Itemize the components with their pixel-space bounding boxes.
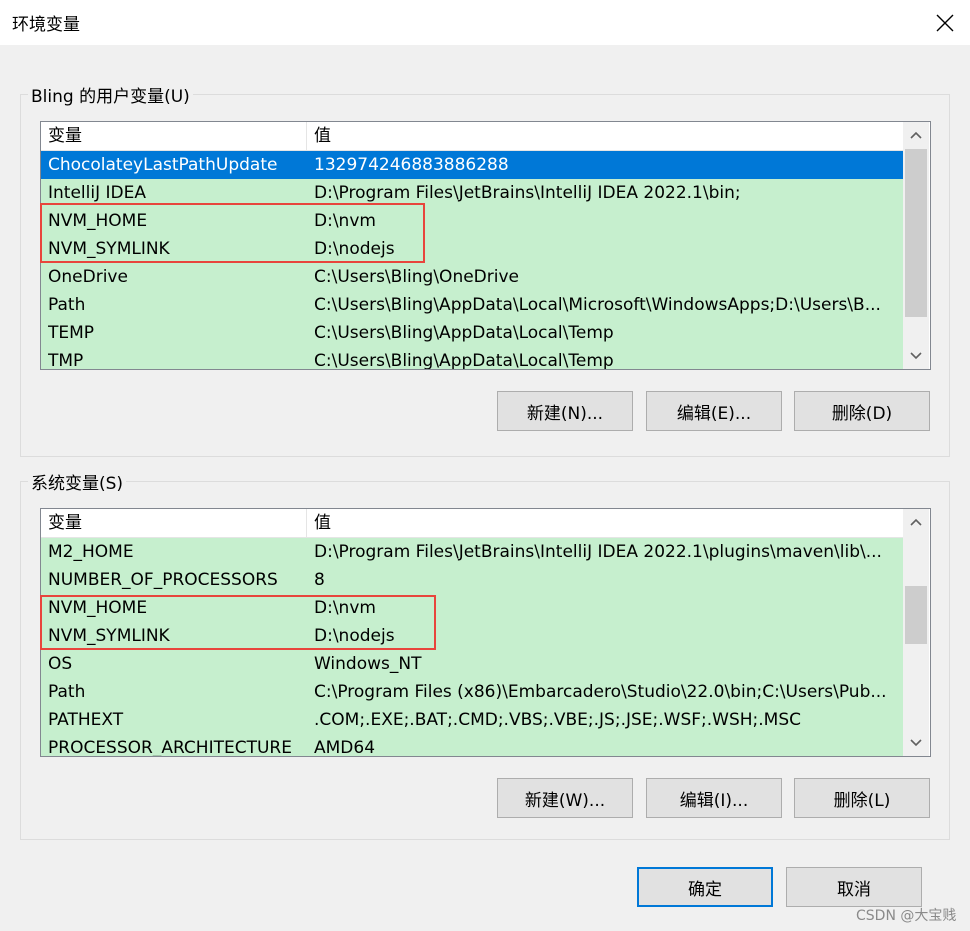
var-name: NUMBER_OF_PROCESSORS <box>48 570 278 590</box>
scroll-up-icon[interactable] <box>903 509 929 535</box>
system-edit-button[interactable]: 编辑(I)... <box>646 778 782 818</box>
var-value: 132974246883886288 <box>314 155 509 175</box>
annotation-box <box>40 595 436 650</box>
scroll-thumb[interactable] <box>905 586 927 644</box>
var-name: OS <box>48 654 73 674</box>
var-name: OneDrive <box>48 267 128 287</box>
var-value: Windows_NT <box>314 654 422 674</box>
user-edit-button[interactable]: 编辑(E)... <box>646 391 782 431</box>
var-value: 8 <box>314 570 325 590</box>
var-name: PATHEXT <box>48 710 124 730</box>
table-row[interactable]: ChocolateyLastPathUpdate 132974246883886… <box>41 151 903 179</box>
var-value: .COM;.EXE;.BAT;.CMD;.VBS;.VBE;.JS;.JSE;.… <box>314 710 802 730</box>
var-name: M2_HOME <box>48 542 134 562</box>
table-row[interactable]: M2_HOME D:\Program Files\JetBrains\Intel… <box>41 538 903 566</box>
system-vars-scrollbar[interactable] <box>903 509 929 756</box>
cancel-button[interactable]: 取消 <box>786 867 922 907</box>
user-vars-list-header: 变量 值 <box>41 122 903 151</box>
table-row[interactable]: Path C:\Program Files (x86)\Embarcadero\… <box>41 678 903 706</box>
ok-button[interactable]: 确定 <box>637 867 773 907</box>
column-header-value[interactable]: 值 <box>307 122 903 150</box>
system-vars-list-header: 变量 值 <box>41 509 903 538</box>
var-value: C:\Users\Bling\AppData\Local\Microsoft\W… <box>314 295 881 315</box>
var-value: AMD64 <box>314 738 376 757</box>
column-header-value[interactable]: 值 <box>307 509 903 537</box>
user-new-button[interactable]: 新建(N)... <box>497 391 633 431</box>
table-row[interactable]: TMP C:\Users\Bling\AppData\Local\Temp <box>41 347 903 370</box>
table-row[interactable]: NUMBER_OF_PROCESSORS 8 <box>41 566 903 594</box>
var-name: TEMP <box>48 323 95 343</box>
var-name: Path <box>48 682 86 702</box>
table-row[interactable]: TEMP C:\Users\Bling\AppData\Local\Temp <box>41 319 903 347</box>
table-row[interactable]: OneDrive C:\Users\Bling\OneDrive <box>41 263 903 291</box>
column-header-name[interactable]: 变量 <box>41 122 307 150</box>
watermark: CSDN @大宝贱 <box>856 908 957 924</box>
var-name: PROCESSOR_ARCHITECTURE <box>48 738 292 757</box>
system-vars-label: 系统变量(S) <box>28 469 127 494</box>
system-delete-button[interactable]: 删除(L) <box>794 778 930 818</box>
var-value: D:\Program Files\JetBrains\IntelliJ IDEA… <box>314 542 882 562</box>
table-row[interactable]: Path C:\Users\Bling\AppData\Local\Micros… <box>41 291 903 319</box>
scroll-thumb[interactable] <box>905 149 927 317</box>
var-name: TMP <box>48 351 84 370</box>
var-value: C:\Users\Bling\OneDrive <box>314 267 519 287</box>
user-vars-label: Bling 的用户变量(U) <box>28 82 193 107</box>
column-header-name[interactable]: 变量 <box>41 509 307 537</box>
scroll-up-icon[interactable] <box>903 122 929 148</box>
window-title: 环境变量 <box>12 15 80 35</box>
var-name: Path <box>48 295 86 315</box>
annotation-box <box>40 203 425 263</box>
var-value: C:\Users\Bling\AppData\Local\Temp <box>314 351 614 370</box>
table-row[interactable]: PATHEXT .COM;.EXE;.BAT;.CMD;.VBS;.VBE;.J… <box>41 706 903 734</box>
user-delete-button[interactable]: 删除(D) <box>794 391 930 431</box>
close-icon[interactable] <box>920 0 970 45</box>
scroll-down-icon[interactable] <box>903 730 929 756</box>
table-row[interactable]: OS Windows_NT <box>41 650 903 678</box>
scroll-down-icon[interactable] <box>903 343 929 369</box>
user-vars-scrollbar[interactable] <box>903 122 929 369</box>
table-row[interactable]: PROCESSOR_ARCHITECTURE AMD64 <box>41 734 903 757</box>
system-new-button[interactable]: 新建(W)... <box>497 778 633 818</box>
var-value: C:\Users\Bling\AppData\Local\Temp <box>314 323 614 343</box>
var-name: ChocolateyLastPathUpdate <box>48 155 278 175</box>
var-value: C:\Program Files (x86)\Embarcadero\Studi… <box>314 682 887 702</box>
title-bar: 环境变量 <box>0 0 970 45</box>
